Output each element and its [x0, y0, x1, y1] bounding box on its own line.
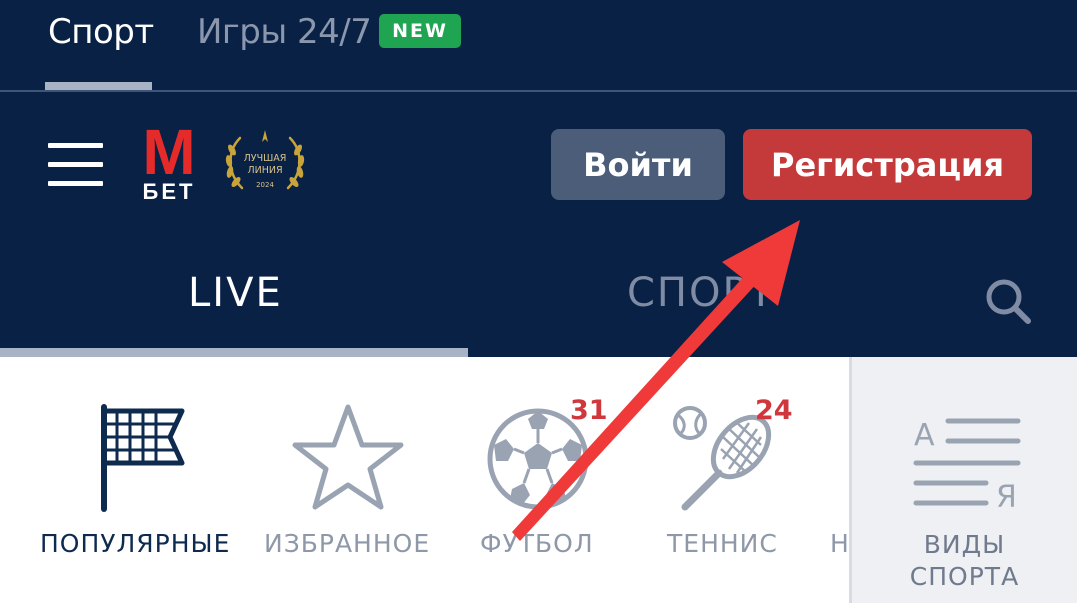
- register-button[interactable]: Регистрация: [743, 129, 1032, 200]
- category-tennis[interactable]: 24 ТЕННИС: [655, 357, 815, 603]
- all-sports-line2: СПОРТА: [909, 562, 1020, 591]
- top-tab-active-indicator: [45, 82, 152, 90]
- category-label: ПОПУЛЯРНЫЕ: [40, 529, 231, 558]
- letter-ya: Я: [996, 480, 1017, 511]
- star-icon: [292, 404, 404, 510]
- award-line2: ЛИНИЯ: [247, 165, 282, 176]
- event-count: 24: [755, 395, 793, 426]
- category-football[interactable]: 31 ФУТБОЛ: [470, 357, 620, 603]
- top-tabs-bar: Спорт Игры 24/7 NEW: [0, 0, 1077, 92]
- letter-a: А: [914, 418, 935, 453]
- menu-icon[interactable]: [48, 143, 103, 187]
- category-label: ИЗБРАННОЕ: [264, 529, 431, 558]
- top-tab-games[interactable]: Игры 24/7: [197, 12, 372, 52]
- top-tab-sport[interactable]: Спорт: [48, 12, 154, 52]
- mbet-logo[interactable]: M БЕТ: [136, 122, 202, 202]
- tab-sport[interactable]: СПОРТ: [627, 270, 775, 316]
- category-partial[interactable]: Н: [828, 357, 850, 603]
- event-count: 31: [570, 395, 608, 426]
- award-laurel-icon: ЛУЧШАЯ ЛИНИЯ 2024: [225, 130, 305, 190]
- award-year: 2024: [256, 181, 274, 189]
- all-sports-button[interactable]: А Я ВИДЫ СПОРТА: [849, 357, 1077, 603]
- category-popular[interactable]: ПОПУЛЯРНЫЕ: [30, 357, 250, 603]
- search-icon[interactable]: [983, 276, 1033, 326]
- mode-tabs: LIVE СПОРТ: [0, 232, 1077, 357]
- category-favorites[interactable]: ИЗБРАННОЕ: [258, 357, 448, 603]
- category-label: Н: [830, 529, 850, 558]
- category-label: ФУТБОЛ: [480, 529, 594, 558]
- all-sports-line1: ВИДЫ: [923, 530, 1006, 559]
- login-button[interactable]: Войти: [551, 129, 725, 200]
- mode-tab-active-indicator: [0, 348, 468, 357]
- logo-word: БЕТ: [143, 179, 196, 202]
- header: M БЕТ ЛУЧШАЯ ЛИНИЯ 2024 Войти Регистраци…: [0, 92, 1077, 232]
- award-line1: ЛУЧШАЯ: [244, 153, 287, 164]
- tab-live[interactable]: LIVE: [188, 270, 283, 316]
- category-label: ТЕННИС: [667, 529, 778, 558]
- new-badge: NEW: [379, 14, 461, 48]
- flag-icon: [101, 404, 185, 512]
- alphabet-list-icon: А Я: [913, 418, 1021, 511]
